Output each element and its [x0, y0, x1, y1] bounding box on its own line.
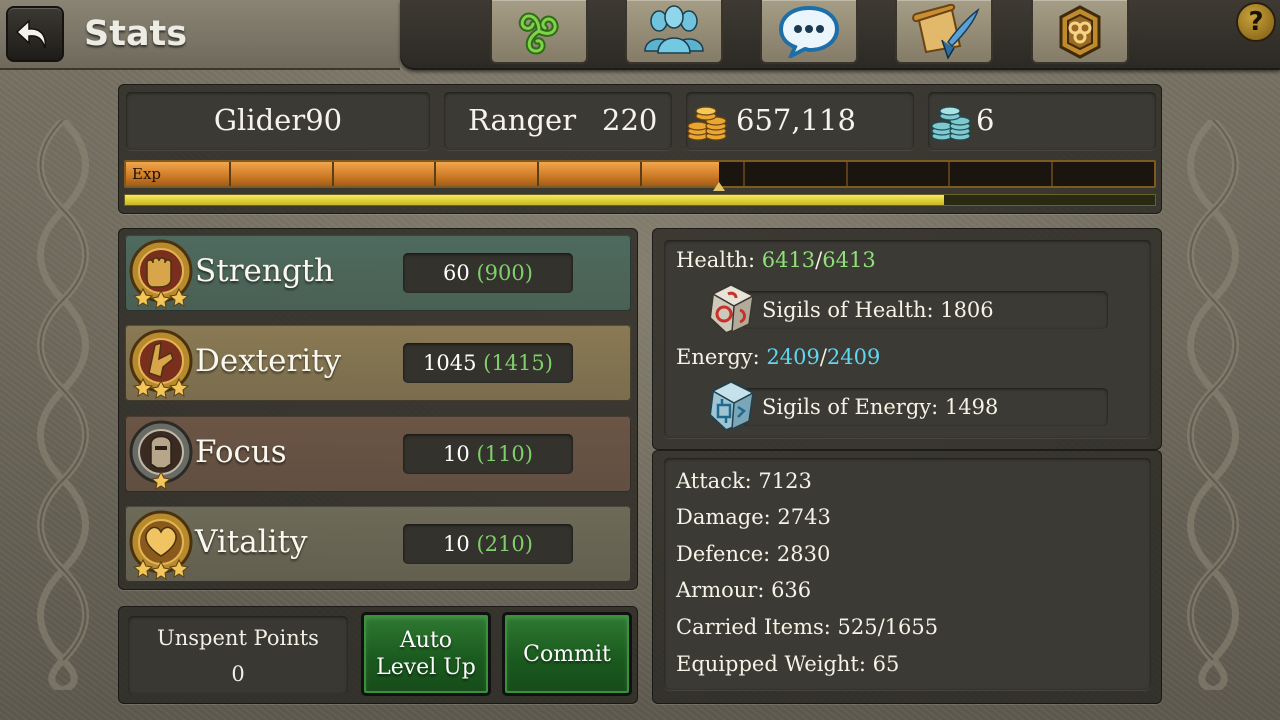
quest-scroll-icon — [912, 3, 980, 60]
secondary-progress-fill — [125, 195, 944, 205]
attribute-value-box: 10 (210) — [403, 524, 573, 564]
energy-current: 2409 — [766, 345, 820, 369]
exp-segment-divider — [332, 162, 334, 186]
secondary-progress-bar — [124, 194, 1156, 206]
energy-line: Energy: 2409/2409 — [676, 345, 881, 369]
celtic-knot-right-decoration — [1187, 120, 1239, 690]
exp-segment-divider — [1051, 162, 1053, 186]
attribute-row-focus: Focus 10 (110) — [125, 416, 631, 492]
stat-attack: Attack: 7123 — [676, 469, 812, 493]
sigils-of-energy-box: Sigils of Energy: 1498 — [742, 388, 1108, 426]
stat-carried-items: Carried Items: 525/1655 — [676, 615, 939, 639]
tab-triskele[interactable] — [490, 0, 588, 64]
exp-segment-divider — [434, 162, 436, 186]
strength-fist-icon — [129, 239, 193, 309]
attribute-value-box: 60 (900) — [403, 253, 573, 293]
attribute-value: 10 — [443, 442, 470, 466]
stat-defence: Defence: 2830 — [676, 542, 831, 566]
attribute-value: 60 — [443, 261, 470, 285]
top-bar: Stats ? — [0, 0, 1280, 72]
auto-level-up-button[interactable]: Auto Level Up — [361, 612, 491, 696]
stat-equipped-weight: Equipped Weight: 65 — [676, 652, 900, 676]
gold-amount: 657,118 — [736, 103, 856, 137]
attribute-bonus: (1415) — [483, 351, 553, 375]
attribute-value: 1045 — [423, 351, 477, 375]
attribute-value: 10 — [443, 532, 470, 556]
exp-segment-divider — [640, 162, 642, 186]
tab-guild-banner[interactable] — [1031, 0, 1129, 64]
exp-segment-divider — [846, 162, 848, 186]
dexterity-gauntlet-icon — [129, 329, 193, 399]
unspent-points-label: Unspent Points — [157, 626, 319, 650]
triskele-icon — [518, 12, 559, 55]
sigil-of-energy-icon — [708, 380, 755, 432]
help-button[interactable]: ? — [1236, 2, 1276, 42]
unspent-points-box: Unspent Points 0 — [128, 616, 348, 694]
health-current: 6413 — [761, 248, 816, 272]
back-button[interactable] — [6, 6, 64, 62]
attribute-bonus: (210) — [476, 532, 533, 556]
energy-max: 2409 — [826, 345, 881, 369]
tab-guild-members[interactable] — [625, 0, 723, 64]
attribute-name: Strength — [195, 253, 335, 289]
attribute-row-dexterity: Dexterity 1045 (1415) — [125, 325, 631, 401]
platinum-box: 6 — [928, 92, 1156, 150]
gold-coins-icon — [687, 106, 727, 141]
tab-quests[interactable] — [895, 0, 993, 64]
tab-chat[interactable] — [760, 0, 858, 64]
page-title: Stats — [84, 14, 188, 54]
attribute-row-strength: Strength 60 (900) — [125, 235, 631, 311]
player-class: Ranger — [468, 103, 577, 137]
platinum-amount: 6 — [976, 103, 995, 137]
focus-helm-icon — [129, 420, 193, 490]
guild-banner-icon — [1059, 5, 1101, 59]
auto-level-up-label-line1: Auto — [399, 628, 453, 653]
exp-bar-fill — [126, 162, 719, 186]
player-name-box: Glider90 — [126, 92, 430, 150]
sigils-of-health-box: Sigils of Health: 1806 — [742, 291, 1108, 329]
health-line: Health: 6413/6413 — [676, 248, 876, 272]
player-class-box: Ranger 220 — [444, 92, 672, 150]
chat-bubble-icon — [778, 5, 840, 58]
attribute-row-vitality: Vitality 10 (210) — [125, 506, 631, 582]
attribute-value-box: 10 (110) — [403, 434, 573, 474]
attribute-value-box: 1045 (1415) — [403, 343, 573, 383]
gold-box: 657,118 — [686, 92, 914, 150]
exp-bar: Exp — [124, 160, 1156, 188]
back-arrow-icon — [15, 19, 47, 49]
player-name: Glider90 — [213, 103, 343, 137]
attribute-bonus: (110) — [476, 442, 533, 466]
exp-progress-marker — [713, 182, 725, 191]
vitality-heart-icon — [129, 510, 193, 580]
platinum-coins-icon — [931, 106, 971, 141]
exp-segment-divider — [229, 162, 231, 186]
commit-label: Commit — [523, 641, 611, 667]
sigil-of-health-icon — [708, 283, 755, 335]
health-max: 6413 — [822, 248, 876, 272]
celtic-knot-left-decoration — [37, 120, 89, 690]
sigils-of-energy-label: Sigils of Energy: 1498 — [762, 395, 999, 419]
exp-label: Exp — [132, 165, 162, 183]
exp-segment-divider — [743, 162, 745, 186]
guild-members-icon — [644, 5, 704, 54]
player-level: 220 — [602, 103, 658, 137]
unspent-points-value: 0 — [231, 662, 245, 686]
health-label: Health: — [676, 248, 756, 272]
stat-damage: Damage: 2743 — [676, 505, 831, 529]
auto-level-up-label-line2: Level Up — [376, 655, 476, 680]
title-bar: Stats — [0, 0, 400, 70]
exp-segment-divider — [948, 162, 950, 186]
attribute-bonus: (900) — [476, 261, 533, 285]
stat-armour: Armour: 636 — [676, 578, 812, 602]
energy-label: Energy: — [676, 345, 760, 369]
question-mark-icon: ? — [1248, 7, 1264, 37]
attribute-name: Focus — [195, 434, 287, 470]
commit-button[interactable]: Commit — [502, 612, 632, 696]
sigils-of-health-label: Sigils of Health: 1806 — [762, 298, 994, 322]
attribute-name: Vitality — [195, 524, 308, 560]
attribute-name: Dexterity — [195, 343, 342, 379]
exp-segment-divider — [537, 162, 539, 186]
